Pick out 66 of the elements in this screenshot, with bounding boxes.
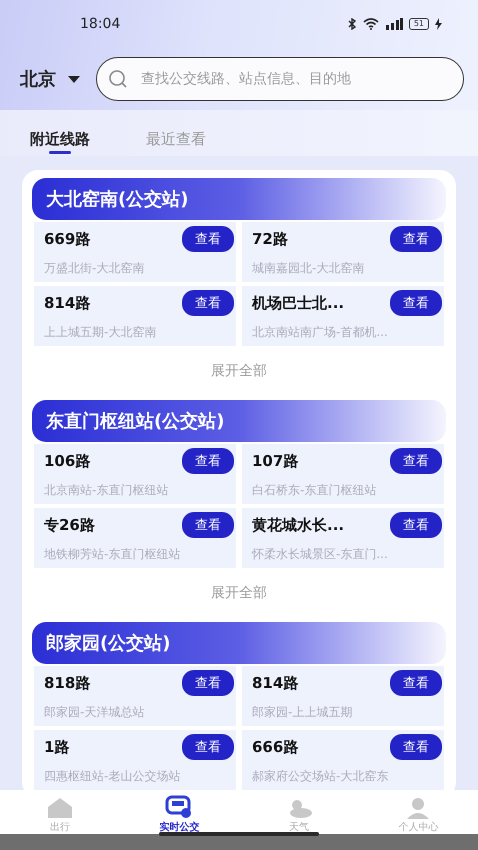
route-name: 666路	[252, 738, 298, 756]
view-button[interactable]: 查看	[390, 290, 442, 316]
route-name: 72路	[252, 230, 288, 248]
route-name: 1路	[44, 738, 70, 756]
route-path: 白石桥东-东直门枢纽站	[252, 482, 378, 499]
route-card[interactable]: 106路 查看 北京南站-东直门枢纽站	[34, 444, 236, 504]
route-name: 黄花城水长...	[252, 516, 344, 534]
wifi-icon	[362, 18, 379, 30]
station-header: 大北窑南(公交站)	[32, 178, 446, 220]
route-path: 万盛北街-大北窑南	[44, 260, 146, 277]
route-card[interactable]: 818路 查看 郎家园-天洋城总站	[34, 666, 236, 726]
station-header: 郎家园(公交站)	[32, 622, 446, 664]
route-path: 城南嘉园北-大北窑南	[252, 260, 366, 277]
home-icon	[46, 797, 73, 819]
signal-icon	[384, 18, 403, 30]
route-path: 郎家园-上上城五期	[252, 704, 354, 721]
route-path: 怀柔水长城景区-东直门...	[252, 546, 389, 563]
route-card[interactable]: 669路 查看 万盛北街-大北窑南	[34, 222, 236, 282]
status-time: 18:04	[80, 16, 120, 32]
user-icon	[405, 797, 432, 819]
view-button[interactable]: 查看	[390, 226, 442, 252]
route-card[interactable]: 72路 查看 城南嘉园北-大北窑南	[242, 222, 444, 282]
route-path: 北京南站-东直门枢纽站	[44, 482, 170, 499]
view-button[interactable]: 查看	[390, 670, 442, 696]
route-path: 郎家园-天洋城总站	[44, 704, 146, 721]
route-card[interactable]: 666路 查看 郝家府公交场站-大北窑东	[242, 730, 444, 790]
nav-item[interactable]: 实时公交	[134, 795, 224, 834]
view-button[interactable]: 查看	[182, 670, 234, 696]
bluetooth-icon	[348, 18, 357, 30]
view-button[interactable]: 查看	[182, 448, 234, 474]
view-button[interactable]: 查看	[390, 448, 442, 474]
route-card[interactable]: 814路 查看 上上城五期-大北窑南	[34, 286, 236, 346]
view-button[interactable]: 查看	[182, 290, 234, 316]
route-card[interactable]: 1路 查看 四惠枢纽站-老山公交场站	[34, 730, 236, 790]
route-path: 四惠枢纽站-老山公交场站	[44, 768, 182, 785]
view-button[interactable]: 查看	[182, 512, 234, 538]
search-field[interactable]: 查找公交线路、站点信息、目的地	[96, 57, 464, 101]
route-name: 专26路	[44, 516, 95, 534]
view-button[interactable]: 查看	[182, 226, 234, 252]
route-card[interactable]: 814路 查看 郎家园-上上城五期	[242, 666, 444, 726]
battery-level: 51	[408, 18, 429, 30]
view-button[interactable]: 查看	[390, 512, 442, 538]
route-card[interactable]: 黄花城水长... 查看 怀柔水长城景区-东直门...	[242, 508, 444, 568]
route-name: 669路	[44, 230, 90, 248]
route-name: 814路	[252, 674, 298, 692]
view-button[interactable]: 查看	[390, 734, 442, 760]
charging-icon	[435, 18, 442, 30]
route-name: 818路	[44, 674, 90, 692]
view-button[interactable]: 查看	[182, 734, 234, 760]
tab[interactable]: 附近线路	[30, 110, 90, 156]
route-path: 北京南站南广场-首都机...	[252, 324, 389, 341]
route-path: 郝家府公交场站-大北窑东	[252, 768, 390, 785]
search-icon	[108, 69, 128, 89]
route-card[interactable]: 107路 查看 白石桥东-东直门枢纽站	[242, 444, 444, 504]
route-name: 机场巴士北...	[252, 294, 344, 312]
bus-icon	[165, 795, 194, 819]
city-selector[interactable]: 北京	[20, 67, 80, 91]
route-path: 地铁柳芳站-东直门枢纽站	[44, 546, 182, 563]
route-card[interactable]: 机场巴士北... 查看 北京南站南广场-首都机...	[242, 286, 444, 346]
route-name: 107路	[252, 452, 298, 470]
caret-icon	[68, 76, 80, 82]
route-name: 106路	[44, 452, 90, 470]
route-card[interactable]: 专26路 查看 地铁柳芳站-东直门枢纽站	[34, 508, 236, 568]
station-header: 东直门枢纽站(公交站)	[32, 400, 446, 442]
route-path: 上上城五期-大北窑南	[44, 324, 158, 341]
route-name: 814路	[44, 294, 90, 312]
